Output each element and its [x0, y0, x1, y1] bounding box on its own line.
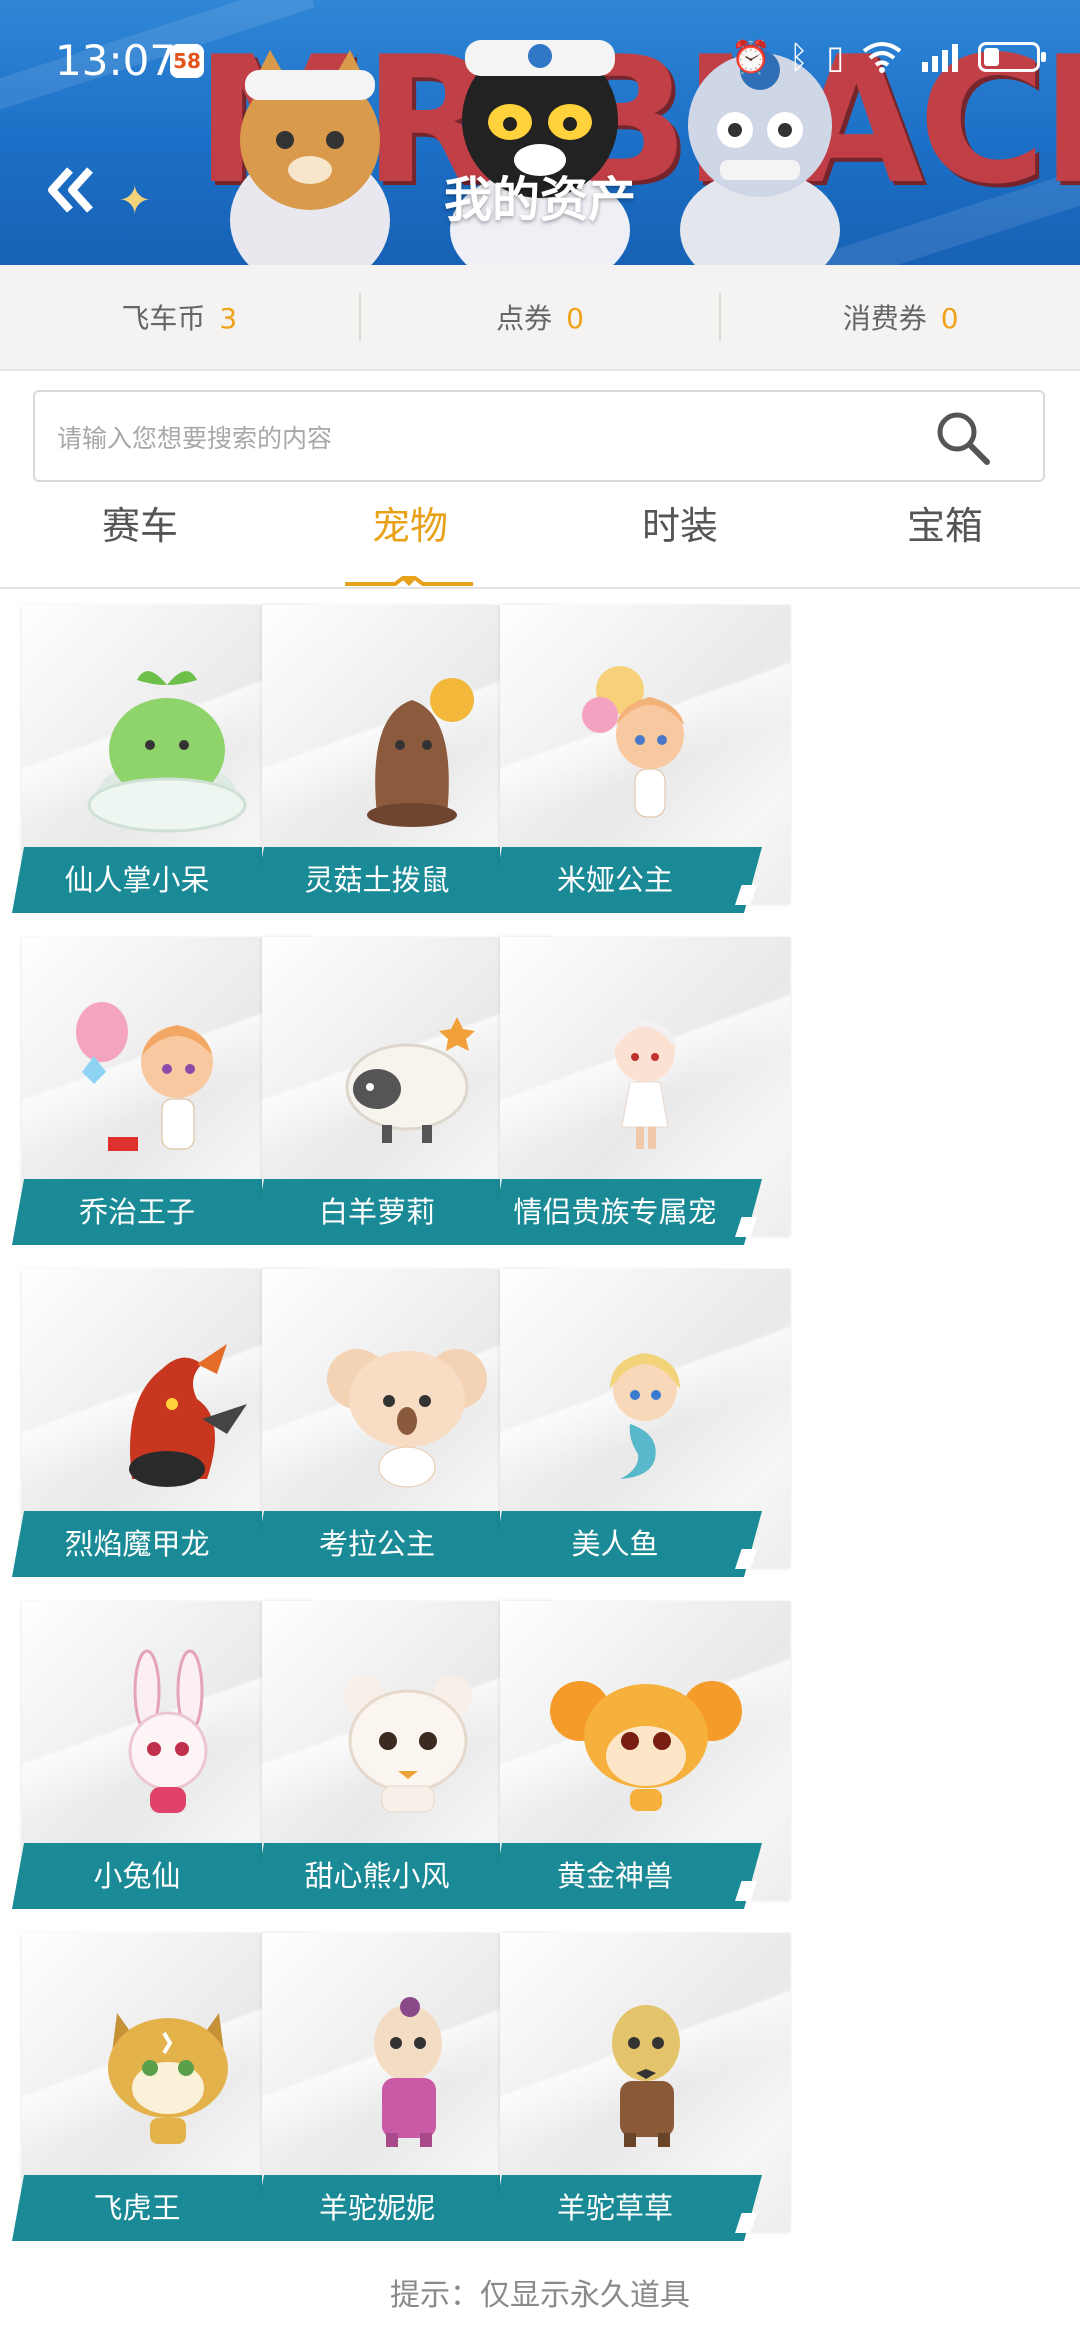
pet-name-label: 考拉公主 [318, 1527, 435, 1561]
pet-name-label: 黄金神兽 [556, 1859, 673, 1893]
status-time: 13:07 [55, 36, 177, 85]
currency-label: 飞车币 [121, 302, 206, 335]
currency-value: 0 [940, 302, 959, 335]
noble-couple-pet-icon [612, 1019, 678, 1149]
search-box [33, 390, 1045, 482]
tab-fashion[interactable]: 时装 [545, 495, 815, 555]
tab-treasure-box[interactable]: 宝箱 [810, 495, 1080, 555]
bluetooth-icon: ᛒ [789, 38, 809, 76]
pet-name-label: 甜心熊小风 [304, 1859, 450, 1893]
pet-name-label: 乔治王子 [78, 1195, 195, 1229]
princess-mia-pet-icon [582, 666, 684, 818]
signal-icon [922, 44, 958, 72]
pet-card[interactable]: 黄金神兽 [490, 1601, 790, 1911]
pet-name-label: 烈焰魔甲龙 [64, 1527, 210, 1561]
currency-label: 消费券 [842, 302, 927, 335]
alarm-icon: ⏰ [731, 38, 772, 76]
wifi-icon [862, 42, 902, 73]
pet-name-label: 米娅公主 [556, 863, 673, 897]
tab-pet[interactable]: 宠物 [275, 495, 545, 555]
page-title: 我的资产 [443, 172, 636, 228]
category-tabs: 赛车 宠物 时装 宝箱 [0, 495, 1080, 589]
pet-name-label: 小兔仙 [93, 1859, 181, 1893]
pet-name-label: 美人鱼 [571, 1527, 659, 1561]
currency-value: 0 [566, 302, 584, 335]
status-bar: 13:07 58 ⏰ ᛒ ▯ [0, 0, 1080, 120]
pet-card[interactable]: 情侣贵族专属宠 [490, 937, 790, 1247]
tab-racecar[interactable]: 赛车 [5, 495, 275, 555]
app-notification-badge: 58 [170, 44, 204, 78]
pet-name-label: 灵菇土拨鼠 [304, 863, 450, 897]
pet-name-label: 羊驼妮妮 [318, 2191, 435, 2225]
pet-name-label: 仙人掌小呆 [64, 863, 210, 897]
currency-xiaofeiquan: 消费券 0 [721, 297, 1080, 337]
battery-icon [978, 42, 1046, 72]
pet-name-label: 白羊萝莉 [318, 1195, 435, 1229]
currency-bar: 飞车币 3 点券 0 消费券 0 [0, 265, 1080, 371]
pet-card[interactable]: 羊驼草草 [490, 1933, 790, 2243]
pet-name-label: 羊驼草草 [556, 2191, 673, 2225]
currency-label: 点券 [496, 302, 553, 335]
currency-feichebi: 飞车币 3 [0, 297, 359, 337]
pet-name-label: 情侣贵族专属宠 [513, 1195, 717, 1229]
header-banner: MR.BLACK 13:07 58 ⏰ ᛒ ▯ ✦ 我的资产 [0, 0, 1080, 265]
alpaca-caocao-pet-icon [612, 2005, 680, 2147]
search-input[interactable] [55, 410, 919, 466]
pet-name-label: 飞虎王 [93, 2191, 181, 2225]
pet-card[interactable]: 美人鱼 [490, 1269, 790, 1579]
active-tab-indicator [345, 576, 473, 586]
golden-beast-pet-icon [550, 1681, 742, 1811]
vibrate-icon: ▯ [826, 38, 844, 76]
pet-card[interactable]: 米娅公主 [490, 605, 790, 915]
currency-value: 3 [219, 302, 238, 335]
currency-dianquan: 点券 0 [361, 297, 720, 337]
search-icon[interactable] [933, 408, 993, 468]
mermaid-pet-icon [610, 1353, 680, 1479]
footer-hint: 提示：仅显示永久道具 [390, 2278, 690, 2313]
